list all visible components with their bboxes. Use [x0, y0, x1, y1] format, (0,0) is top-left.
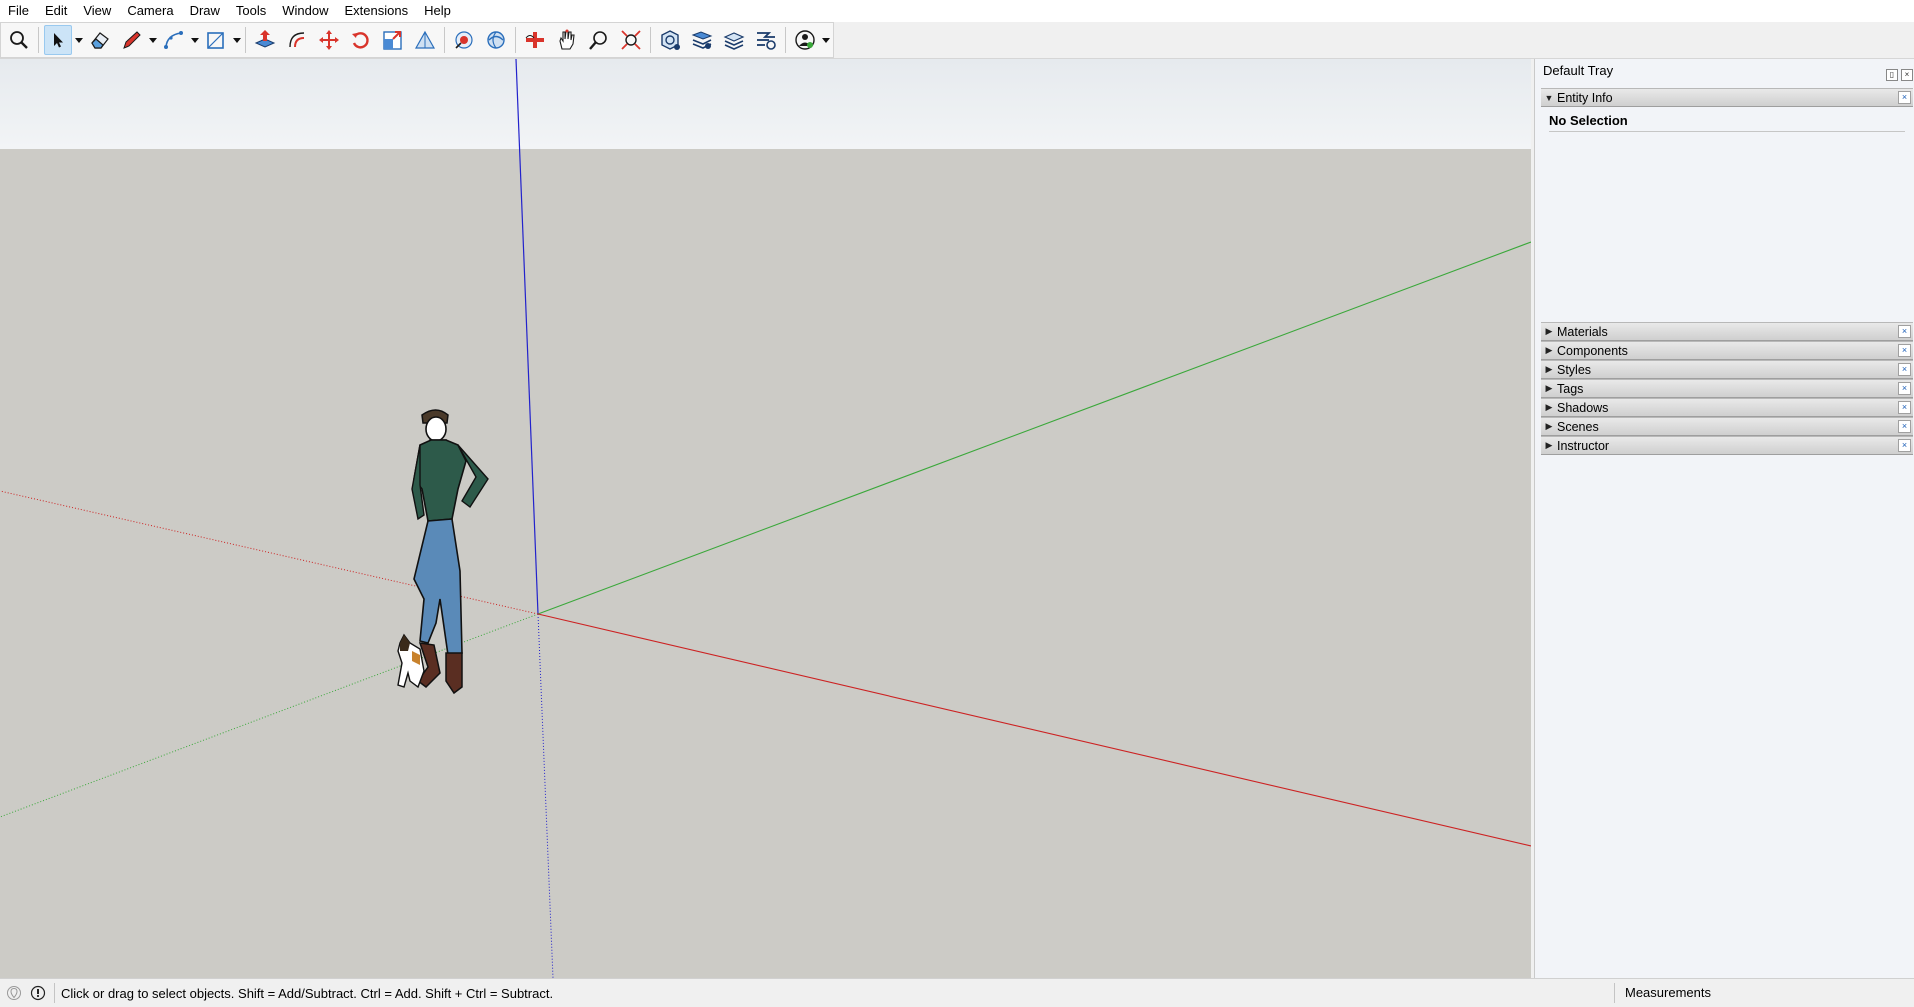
main-toolbar: [0, 22, 1914, 59]
menu-extensions[interactable]: Extensions: [337, 0, 417, 22]
panel-label: Components: [1557, 343, 1628, 358]
toolbar-separator: [515, 27, 516, 53]
collapse-triangle-icon: ▼: [1544, 92, 1554, 103]
menu-draw[interactable]: Draw: [182, 0, 228, 22]
panel-label: Shadows: [1557, 400, 1609, 415]
eraser-tool-icon[interactable]: [86, 25, 114, 55]
panel-close-icon[interactable]: ×: [1898, 439, 1911, 452]
status-bar: Click or drag to select objects. Shift =…: [0, 978, 1914, 1007]
expand-triangle-icon: ▶: [1545, 364, 1553, 374]
pan-tool-icon[interactable]: [553, 25, 581, 55]
measurements-label: Measurements: [1625, 985, 1711, 1000]
pencil-line-tool-icon[interactable]: [118, 25, 146, 55]
scale-figure[interactable]: [397, 409, 489, 695]
panel-close-icon[interactable]: ×: [1898, 382, 1911, 395]
tray-close-icon[interactable]: ×: [1901, 69, 1913, 81]
arc-dropdown-icon[interactable]: [190, 25, 200, 55]
arc-tool-icon[interactable]: [160, 25, 188, 55]
rectangle-dropdown-icon[interactable]: [232, 25, 242, 55]
toolbar-separator: [785, 27, 786, 53]
status-hint: Click or drag to select objects. Shift =…: [61, 985, 554, 1001]
expand-triangle-icon: ▶: [1545, 402, 1553, 412]
tray-title: Default Tray: [1543, 63, 1614, 78]
panel-close-icon[interactable]: ×: [1898, 325, 1911, 338]
expand-triangle-icon: ▶: [1545, 326, 1553, 336]
panel-tags[interactable]: ▶ Tags ×: [1541, 379, 1913, 398]
drawing-axes: [0, 59, 1531, 978]
pencil-dropdown-icon[interactable]: [148, 25, 158, 55]
panel-styles[interactable]: ▶ Styles ×: [1541, 360, 1913, 379]
toolbar-separator: [444, 27, 445, 53]
default-tray: Default Tray ▯ × ▼ Entity Info × No Sele…: [1534, 59, 1914, 978]
push-pull-tool-icon[interactable]: [251, 25, 279, 55]
x-axis-positive: [537, 613, 1531, 847]
search-tool-icon[interactable]: [5, 25, 33, 55]
panel-label: Tags: [1557, 381, 1584, 396]
zoom-tool-icon[interactable]: [585, 25, 613, 55]
z-axis-positive: [515, 59, 539, 615]
panel-shadows[interactable]: ▶ Shadows ×: [1541, 398, 1913, 417]
account-dropdown-icon[interactable]: [821, 25, 831, 55]
menu-edit[interactable]: Edit: [37, 0, 75, 22]
select-dropdown-icon[interactable]: [74, 25, 84, 55]
credits-icon[interactable]: [28, 983, 48, 1003]
tray-header: Default Tray ▯ ×: [1543, 63, 1914, 81]
toolbar-separator: [650, 27, 651, 53]
panel-components[interactable]: ▶ Components ×: [1541, 341, 1913, 360]
extension-manager-icon[interactable]: [752, 25, 780, 55]
selection-status: No Selection: [1549, 113, 1905, 132]
geo-location-icon[interactable]: [4, 983, 24, 1003]
menu-tools[interactable]: Tools: [228, 0, 274, 22]
expand-triangle-icon: ▶: [1545, 345, 1553, 355]
expand-triangle-icon: ▶: [1545, 383, 1553, 393]
y-axis-positive: [537, 241, 1531, 615]
panel-close-icon[interactable]: ×: [1898, 344, 1911, 357]
menu-file[interactable]: File: [0, 0, 37, 22]
panel-close-icon[interactable]: ×: [1898, 420, 1911, 433]
panel-instructor[interactable]: ▶ Instructor ×: [1541, 436, 1913, 455]
menu-window[interactable]: Window: [274, 0, 336, 22]
status-separator: [1614, 983, 1615, 1003]
expand-triangle-icon: ▶: [1545, 421, 1553, 431]
tray-pin-icon[interactable]: ▯: [1886, 69, 1898, 81]
extension-warehouse-icon[interactable]: [688, 25, 716, 55]
panel-label: Styles: [1557, 362, 1592, 377]
paint-bucket-tool-icon[interactable]: [450, 25, 478, 55]
menu-help[interactable]: Help: [416, 0, 459, 22]
panel-entity-info[interactable]: ▼ Entity Info ×: [1541, 88, 1913, 107]
status-separator: [54, 983, 55, 1003]
move-tool-icon[interactable]: [315, 25, 343, 55]
offset-tool-icon[interactable]: [283, 25, 311, 55]
model-viewport[interactable]: [0, 59, 1531, 978]
menu-bar: File Edit View Camera Draw Tools Window …: [0, 0, 1914, 22]
z-axis-negative: [537, 613, 554, 978]
panel-close-icon[interactable]: ×: [1898, 401, 1911, 414]
zoom-extents-tool-icon[interactable]: [617, 25, 645, 55]
expand-triangle-icon: ▶: [1545, 440, 1553, 450]
menu-view[interactable]: View: [75, 0, 119, 22]
panel-close-icon[interactable]: ×: [1898, 363, 1911, 376]
select-tool-icon[interactable]: [44, 25, 72, 55]
account-icon[interactable]: [791, 25, 819, 55]
menu-camera[interactable]: Camera: [119, 0, 181, 22]
rotate-tool-icon[interactable]: [347, 25, 375, 55]
look-around-tool-icon[interactable]: [521, 25, 549, 55]
orbit-tool-icon[interactable]: [482, 25, 510, 55]
panel-label: Instructor: [1557, 438, 1610, 453]
panel-close-icon[interactable]: ×: [1898, 91, 1911, 104]
panel-label: Materials: [1557, 324, 1608, 339]
scale-tool-icon[interactable]: [379, 25, 407, 55]
toolbar-separator: [38, 27, 39, 53]
entity-info-body: No Selection: [1549, 113, 1905, 132]
3d-warehouse-icon[interactable]: [656, 25, 684, 55]
panel-label: Entity Info: [1557, 90, 1613, 105]
toolbar-group: [0, 22, 834, 58]
layout-icon[interactable]: [720, 25, 748, 55]
panel-label: Scenes: [1557, 419, 1599, 434]
panel-materials[interactable]: ▶ Materials ×: [1541, 322, 1913, 341]
panel-scenes[interactable]: ▶ Scenes ×: [1541, 417, 1913, 436]
tape-measure-tool-icon[interactable]: [411, 25, 439, 55]
rectangle-tool-icon[interactable]: [202, 25, 230, 55]
toolbar-separator: [245, 27, 246, 53]
